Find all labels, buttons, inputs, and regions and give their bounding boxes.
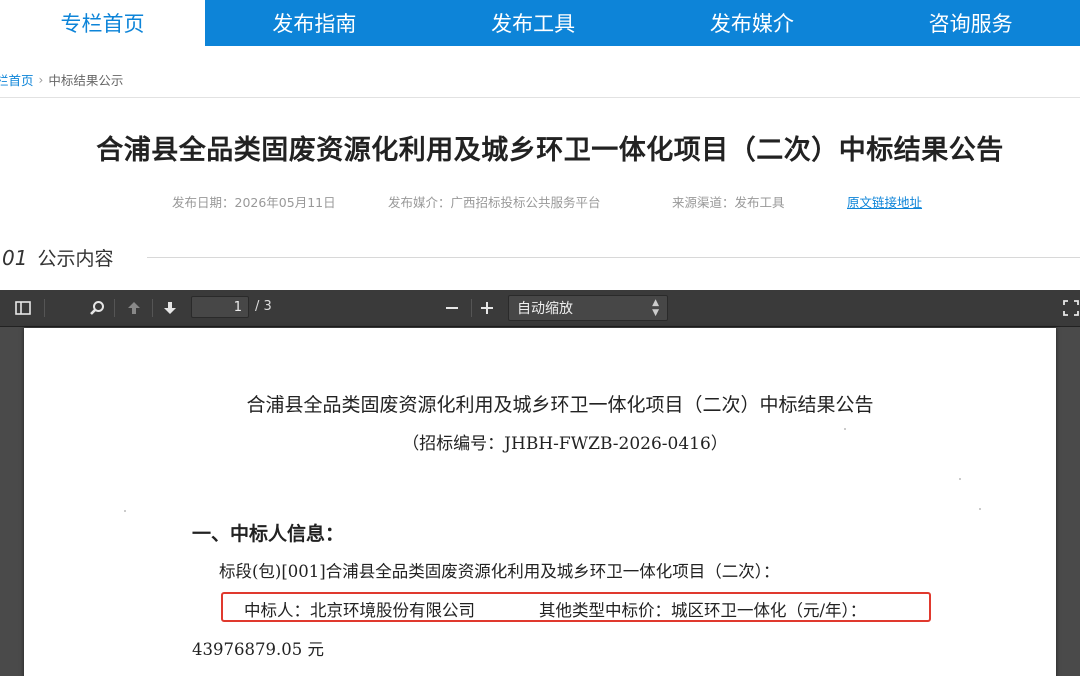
section-divider: [147, 257, 1080, 258]
source-channel: 来源渠道：发布工具: [672, 195, 785, 210]
top-nav: 专栏首页 发布指南 发布工具 发布媒介 咨询服务: [0, 0, 1080, 46]
document-title: 合浦县全品类固废资源化利用及城乡环卫一体化项目（二次）中标结果公告: [246, 394, 874, 416]
bid-amount: 43976879.05 元: [192, 640, 324, 659]
page-title: 合浦县全品类固废资源化利用及城乡环卫一体化项目（二次）中标结果公告: [96, 135, 1004, 166]
section-number: 01: [2, 245, 28, 270]
breadcrumb-current: 中标结果公示: [48, 73, 124, 88]
search-icon[interactable]: [84, 296, 110, 320]
fullscreen-icon[interactable]: [1058, 296, 1080, 320]
zoom-select-value: 自动缩放: [517, 301, 573, 317]
nav-tab-publish-tools[interactable]: 发布工具: [424, 0, 643, 46]
lot-description: 标段(包)[001]合浦县全品类固废资源化利用及城乡环卫一体化项目（二次）：: [219, 562, 780, 581]
page-total: / 3: [255, 299, 272, 314]
nav-tab-publish-guide[interactable]: 发布指南: [205, 0, 424, 46]
divider: [0, 97, 1080, 98]
previous-page-icon[interactable]: [121, 296, 147, 320]
breadcrumb-home-link[interactable]: 栏首页: [0, 70, 34, 89]
pdf-viewer: / 3 自动缩放 ▲▼ 合浦县全品类固废资源化利用及城乡环卫一体化项目（二次）中…: [0, 290, 1080, 676]
publish-media: 发布媒介：广西招标投标公共服务平台: [388, 195, 601, 210]
section-label: 公示内容: [37, 248, 114, 270]
breadcrumb-separator: ›: [38, 72, 44, 87]
price-label: 其他类型中标价：城区环卫一体化（元/年）：: [539, 601, 867, 620]
nav-tab-column-home[interactable]: 专栏首页: [0, 0, 205, 46]
section-header: 01 公示内容: [2, 244, 113, 271]
original-link[interactable]: 原文链接地址: [847, 192, 922, 211]
winning-bidder: 中标人：北京环境股份有限公司: [244, 601, 475, 620]
zoom-out-icon[interactable]: [439, 296, 465, 320]
zoom-in-icon[interactable]: [474, 296, 500, 320]
pdf-page: 合浦县全品类固废资源化利用及城乡环卫一体化项目（二次）中标结果公告 （招标编号：…: [24, 328, 1056, 676]
publish-date: 发布日期：2026年05月11日: [172, 195, 336, 210]
page-number-input[interactable]: [191, 296, 249, 318]
nav-tab-consulting[interactable]: 咨询服务: [861, 0, 1080, 46]
bid-number: （招标编号：JHBH-FWZB-2026-0416）: [402, 434, 728, 454]
winner-info-heading: 一、中标人信息：: [192, 523, 345, 545]
next-page-icon[interactable]: [157, 296, 183, 320]
nav-tab-publish-media[interactable]: 发布媒介: [643, 0, 862, 46]
sidebar-toggle-icon[interactable]: [10, 296, 36, 320]
zoom-select[interactable]: 自动缩放 ▲ ▼: [508, 295, 668, 321]
chevron-up-down-icon: ▲ ▼: [652, 298, 659, 318]
pdf-toolbar: / 3 自动缩放 ▲▼: [0, 290, 1080, 327]
breadcrumb: 栏首页 › 中标结果公示: [0, 70, 123, 89]
